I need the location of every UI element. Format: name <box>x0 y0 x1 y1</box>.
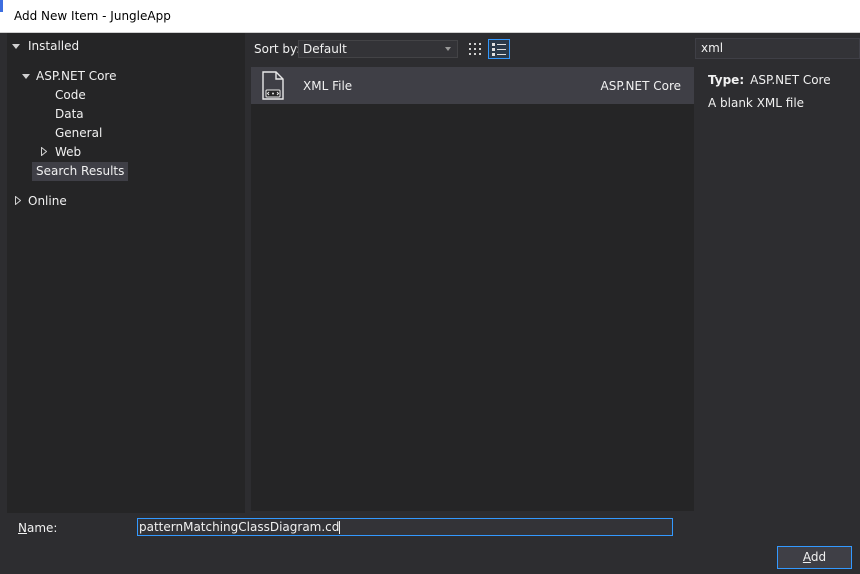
name-field[interactable]: patternMatchingClassDiagram.cd <box>137 518 673 536</box>
tree-item-data[interactable]: Data <box>55 105 84 124</box>
tree-item-aspnet-core[interactable]: ASP.NET Core <box>36 67 116 86</box>
add-button[interactable]: Add <box>777 546 852 569</box>
list-icon <box>492 43 506 56</box>
tree-item-label: Installed <box>28 39 80 53</box>
tree-item-web[interactable]: Web <box>55 143 81 162</box>
results-list: XML File ASP.NET Core <box>251 67 694 511</box>
collapsed-caret-icon[interactable] <box>41 147 47 156</box>
name-field-value: patternMatchingClassDiagram.cd <box>139 520 340 534</box>
tree-item-general[interactable]: General <box>55 124 102 143</box>
window-title: Add New Item - JungleApp <box>14 9 171 23</box>
type-line: Type: ASP.NET Core <box>708 73 831 87</box>
tree-item-online[interactable]: Online <box>28 192 67 211</box>
dropdown-arrow-icon <box>445 47 451 51</box>
expanded-caret-icon[interactable] <box>12 44 20 49</box>
details-pane: Type: ASP.NET Core A blank XML file <box>696 67 860 511</box>
tree-item-label: Search Results <box>36 164 125 178</box>
type-label: Type: <box>708 73 745 87</box>
tree-item-label: Web <box>55 145 82 159</box>
collapsed-caret-icon[interactable] <box>15 196 21 205</box>
small-icons-view-button[interactable] <box>464 39 486 59</box>
type-value: ASP.NET Core <box>750 73 831 87</box>
item-name: XML File <box>303 79 353 93</box>
title-bar: Add New Item - JungleApp <box>0 0 860 33</box>
list-view-button[interactable] <box>488 39 510 59</box>
window-edge-mark <box>0 0 3 12</box>
name-label-text: ame: <box>26 521 58 535</box>
sort-by-dropdown[interactable]: Default <box>298 40 458 58</box>
tree-item-search-results[interactable]: Search Results <box>32 162 129 181</box>
tree-item-label: General <box>55 126 103 140</box>
tree-item-label: Online <box>28 194 67 208</box>
text-cursor <box>339 521 341 534</box>
list-item[interactable]: XML File ASP.NET Core <box>251 67 694 104</box>
template-tree: Installed ASP.NET Core Code Data General… <box>7 33 245 513</box>
expanded-caret-icon[interactable] <box>22 74 30 79</box>
toolbar: Sort by: Default <box>245 33 695 65</box>
tree-item-label: ASP.NET Core <box>36 69 117 83</box>
item-category: ASP.NET Core <box>600 79 681 93</box>
name-label: Name: <box>18 521 58 535</box>
search-input[interactable]: xml <box>695 38 860 59</box>
tree-item-code[interactable]: Code <box>55 86 86 105</box>
grid-icon <box>469 43 481 55</box>
sort-by-label: Sort by: <box>254 42 301 56</box>
tree-item-installed[interactable]: Installed <box>28 37 79 56</box>
xml-file-icon <box>260 71 286 101</box>
add-button-label: Add <box>802 550 827 564</box>
sort-by-value: Default <box>303 42 347 56</box>
tree-item-label: Code <box>55 88 86 102</box>
description-text: A blank XML file <box>708 96 805 110</box>
tree-item-label: Data <box>55 107 84 121</box>
